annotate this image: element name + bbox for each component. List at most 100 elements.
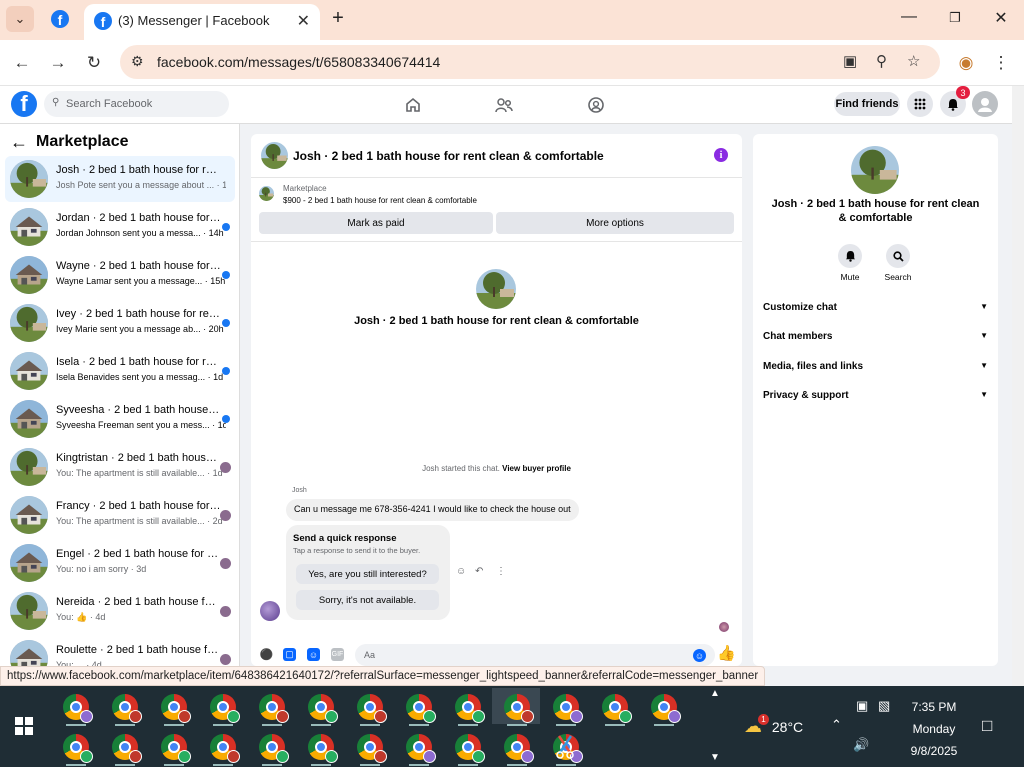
reload-button[interactable]: ↻ <box>81 50 107 76</box>
find-friends-button[interactable]: Find friends <box>834 92 900 116</box>
new-tab-button[interactable]: + <box>323 7 353 30</box>
chrome-taskbar-icon[interactable] <box>504 734 534 763</box>
quick-reply-not-available-button[interactable]: Sorry, it's not available. <box>296 590 439 610</box>
chrome-taskbar-icon[interactable] <box>210 694 240 723</box>
facebook-search-input[interactable]: ⚲ Search Facebook <box>44 91 229 117</box>
chrome-taskbar-icon[interactable] <box>63 734 93 763</box>
pinned-facebook-tab[interactable]: f <box>51 10 69 28</box>
conversation-item[interactable]: Jordan · 2 bed 1 bath house for rent cle… <box>5 204 235 250</box>
react-emoji-icon[interactable]: ☺ <box>456 566 466 577</box>
back-arrow-icon[interactable]: ← <box>10 132 28 153</box>
taskbar-scroll-up-icon[interactable]: ▲ <box>710 688 720 699</box>
chrome-taskbar-icon[interactable] <box>308 734 338 763</box>
conversation-item[interactable]: Wayne · 2 bed 1 bath house for rent clea… <box>5 252 235 298</box>
thumbs-up-icon[interactable]: 👍 <box>717 645 736 662</box>
account-avatar[interactable] <box>972 91 998 117</box>
chat-avatar[interactable] <box>261 142 288 169</box>
chrome-taskbar-icon[interactable] <box>357 694 387 723</box>
volume-icon[interactable]: 🔊 <box>853 737 869 753</box>
forward-button[interactable]: → <box>45 50 71 76</box>
minimize-button[interactable]: — <box>894 8 924 26</box>
sticker-icon[interactable]: ☺ <box>307 648 320 661</box>
emoji-icon[interactable]: ☺ <box>693 649 706 662</box>
info-avatar[interactable] <box>851 146 899 194</box>
customize-chat-row[interactable]: Customize chat ▼ <box>763 302 988 313</box>
tab-search-button[interactable]: ⌄ <box>6 6 34 32</box>
zoom-icon[interactable]: ⚲ <box>876 52 887 70</box>
groups-icon[interactable] <box>586 95 606 115</box>
more-actions-icon[interactable]: ⋮ <box>496 566 506 577</box>
media-files-links-row[interactable]: Media, files and links ▼ <box>763 361 988 372</box>
chrome-taskbar-icon[interactable] <box>308 694 338 723</box>
facebook-logo-icon[interactable]: f <box>11 91 37 117</box>
conversation-item[interactable]: Nereida · 2 bed 1 bath house for rent cl… <box>5 588 235 634</box>
search-in-chat-button[interactable]: Search <box>878 244 918 282</box>
conversation-item[interactable]: Syveesha · 2 bed 1 bath house for rent c… <box>5 396 235 442</box>
chrome-taskbar-icon[interactable] <box>455 734 485 763</box>
system-clock[interactable]: 7:35 PM Monday 9/8/2025 <box>904 696 964 762</box>
sender-avatar[interactable] <box>260 601 280 621</box>
chrome-taskbar-icon[interactable] <box>112 694 142 723</box>
chrome-taskbar-icon[interactable] <box>259 734 289 763</box>
chrome-taskbar-icon[interactable] <box>406 694 436 723</box>
friends-icon[interactable] <box>494 95 514 115</box>
windows-start-icon[interactable] <box>14 716 34 736</box>
chrome-taskbar-icon[interactable] <box>112 734 142 763</box>
browser-menu-icon[interactable]: ⋮ <box>988 50 1014 76</box>
meet-now-icon[interactable]: ▣ <box>856 698 868 714</box>
microphone-icon[interactable]: ⚫ <box>260 648 274 661</box>
view-buyer-profile-link[interactable]: View buyer profile <box>502 464 571 473</box>
chat-title[interactable]: Josh · 2 bed 1 bath house for rent clean… <box>293 149 604 163</box>
chrome-taskbar-icon[interactable] <box>602 694 632 723</box>
gif-icon[interactable]: GIF <box>331 648 344 661</box>
chrome-taskbar-icon[interactable] <box>63 694 93 723</box>
quick-reply-interested-button[interactable]: Yes, are you still interested? <box>296 564 439 584</box>
back-button[interactable]: ← <box>9 50 35 76</box>
chrome-taskbar-icon[interactable] <box>406 734 436 763</box>
install-app-icon[interactable]: ▣ <box>843 52 857 70</box>
network-icon[interactable]: ▧ <box>878 698 890 714</box>
conversation-item[interactable]: Josh · 2 bed 1 bath house for rent clean… <box>5 156 235 202</box>
tab-messenger[interactable]: f (3) Messenger | Facebook ✕ <box>84 4 320 40</box>
conversation-item[interactable]: Isela · 2 bed 1 bath house for rent clea… <box>5 348 235 394</box>
chrome-taskbar-icon[interactable] <box>455 694 485 723</box>
restore-button[interactable]: ❐ <box>940 10 970 26</box>
chrome-taskbar-icon[interactable] <box>259 694 289 723</box>
listing-title[interactable]: $900 - 2 bed 1 bath house for rent clean… <box>283 196 477 205</box>
listing-thumbnail[interactable] <box>259 186 274 201</box>
chrome-taskbar-icon[interactable] <box>553 694 583 723</box>
conversation-item[interactable]: Francy · 2 bed 1 bath house for rent cle… <box>5 492 235 538</box>
bookmark-star-icon[interactable]: ☆ <box>907 52 920 70</box>
home-icon[interactable] <box>403 95 423 115</box>
taskbar-scroll-down-icon[interactable]: ▼ <box>710 752 720 763</box>
address-bar[interactable]: ⚙ facebook.com/messages/t/65808334067441… <box>120 45 940 79</box>
chrome-taskbar-icon[interactable] <box>210 734 240 763</box>
site-info-icon[interactable]: ⚙ <box>131 53 144 70</box>
chrome-taskbar-icon[interactable] <box>357 734 387 763</box>
menu-grid-icon[interactable] <box>907 91 933 117</box>
privacy-support-row[interactable]: Privacy & support ▼ <box>763 390 988 401</box>
more-options-button[interactable]: More options <box>496 212 734 234</box>
close-tab-icon[interactable]: ✕ <box>297 11 310 31</box>
mark-as-paid-button[interactable]: Mark as paid <box>259 212 493 234</box>
weather-widget[interactable]: ☁ 1 28°C <box>744 714 803 737</box>
reply-icon[interactable]: ↶ <box>475 566 483 577</box>
conversation-item[interactable]: Engel · 2 bed 1 bath house for rent clea… <box>5 540 235 586</box>
chrome-taskbar-icon[interactable] <box>651 694 681 723</box>
conversation-item[interactable]: Ivey · 2 bed 1 bath house for rent clean… <box>5 300 235 346</box>
chrome-taskbar-icon[interactable] <box>161 694 191 723</box>
message-input[interactable]: Aa <box>355 644 715 666</box>
chrome-taskbar-icon[interactable] <box>504 694 534 723</box>
snipping-tool-icon[interactable] <box>555 734 575 760</box>
conversation-item[interactable]: Roulette · 2 bed 1 bath house for rent c… <box>5 636 235 666</box>
notification-center-icon[interactable]: □ <box>982 716 992 736</box>
info-icon[interactable]: i <box>714 148 728 162</box>
page-scrollbar[interactable] <box>1012 86 1024 686</box>
close-window-button[interactable]: ✕ <box>986 8 1016 28</box>
chat-members-row[interactable]: Chat members ▼ <box>763 331 988 342</box>
photo-icon[interactable]: ▢ <box>283 648 296 661</box>
chat-profile-avatar[interactable] <box>476 269 516 309</box>
conversation-item[interactable]: Kingtristan · 2 bed 1 bath house for ren… <box>5 444 235 490</box>
show-hidden-icons-icon[interactable]: ⌃ <box>831 717 842 733</box>
chrome-taskbar-icon[interactable] <box>161 734 191 763</box>
